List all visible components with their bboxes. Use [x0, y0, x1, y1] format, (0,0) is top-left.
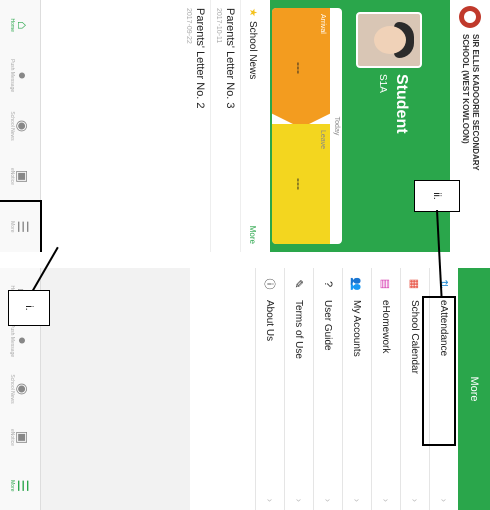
callout-i: i. [8, 290, 50, 326]
news-title: Parents' Letter No. 3 [224, 8, 236, 109]
tab-push-message[interactable]: ● Push Message [0, 50, 40, 100]
school-logo [459, 6, 481, 28]
star-icon: ★ [247, 8, 258, 17]
bottom-tab-bar: ⌂Home ●Push Message ◉School News ▣eNotic… [0, 0, 42, 252]
menu-item-label: User Guide [322, 300, 334, 351]
tab-home[interactable]: ⌂Home [0, 0, 40, 50]
info-icon: ⓘ [263, 278, 275, 290]
school-name-line1: SIR ELLIS KADOORIE SECONDARY [471, 34, 480, 171]
tab-school-news[interactable]: ◉ School News [0, 365, 40, 413]
menu-item-label: School Calendar [409, 300, 421, 374]
student-class: S1A [377, 74, 388, 93]
menu-item-label: eHomework [380, 300, 392, 354]
news-date: 2017-09-22 [185, 8, 192, 44]
arrival-label: Arrival [319, 14, 326, 34]
homework-icon: ▤ [379, 278, 392, 290]
guide-icon: ? [322, 280, 334, 288]
school-header: SIR ELLIS KADOORIE SECONDARY SCHOOL (WES… [450, 0, 490, 252]
news-header: ★ School News More [241, 0, 264, 252]
chevron-right-icon: › [264, 498, 276, 502]
chevron-right-icon: › [438, 498, 450, 502]
chat-icon: ● [15, 336, 31, 345]
broadcast-icon: ◉ [15, 382, 31, 396]
news-date: 2017-10-11 [215, 8, 222, 44]
menu-item-ehomework[interactable]: ▤ eHomework › [371, 268, 400, 510]
tab-label: eNotice [9, 167, 15, 185]
home-screen: SIR ELLIS KADOORIE SECONDARY SCHOOL (WES… [0, 0, 490, 252]
tab-school-news[interactable]: ◉ School News [0, 101, 40, 151]
menu-icon: ☰ [15, 220, 31, 234]
chevron-right-icon: › [380, 498, 392, 502]
tab-label: Push Message [9, 324, 15, 358]
leave-value: --- [292, 178, 306, 190]
school-name-line2: SCHOOL (WEST KOWLOON) [461, 34, 470, 144]
tab-enotice[interactable]: ▣ eNotice [0, 151, 40, 201]
menu-item-user-guide[interactable]: ? User Guide › [313, 268, 342, 510]
notice-icon: ▣ [15, 430, 31, 445]
attendance-card[interactable]: Today Arrival --- Leave --- [272, 8, 342, 244]
home-icon: ⌂ [15, 20, 31, 30]
news-more-link[interactable]: More [248, 226, 257, 244]
broadcast-icon: ◉ [15, 119, 31, 133]
avatar[interactable] [356, 12, 422, 68]
tab-label: Push Message [9, 59, 15, 93]
tab-label: School News [9, 374, 15, 404]
attendance-today-label: Today [333, 116, 340, 136]
menu-item-label: My Accounts [351, 300, 363, 357]
student-name: Student [393, 74, 410, 134]
news-header-label: School News [247, 20, 258, 80]
leave-panel: Leave --- [272, 124, 330, 244]
menu-item-label: Terms of Use [293, 300, 305, 359]
chevron-right-icon: › [322, 498, 334, 502]
chat-icon: ● [15, 71, 31, 80]
tab-more[interactable]: ☰ More [0, 199, 42, 252]
menu-item-my-accounts[interactable]: 👥 My Accounts › [342, 268, 371, 510]
tab-label: More [9, 480, 15, 492]
page-title: More [458, 268, 490, 510]
more-screen: More ⇅ eAttendance › ▦ School Calendar › ▤ eH… [0, 268, 490, 510]
tab-label: Home [9, 18, 15, 32]
chevron-right-icon: › [409, 498, 421, 502]
tab-label: More [9, 221, 15, 233]
arrival-value: --- [292, 62, 306, 74]
tab-more[interactable]: ☰ More [0, 462, 40, 510]
menu-background [40, 268, 190, 510]
calendar-icon: ▦ [408, 278, 421, 290]
divider [0, 252, 490, 268]
list-item[interactable]: Parents' Letter No. 3 2017-10-11 [211, 0, 241, 252]
menu-icon: ☰ [15, 479, 31, 493]
list-item[interactable]: Parents' Letter No. 2 2017-09-22 [181, 0, 211, 252]
tab-enotice[interactable]: ▣ eNotice [0, 413, 40, 461]
callout-ii: ii. [414, 180, 460, 212]
school-news-section: ★ School News More Parents' Letter No. 3 … [64, 0, 264, 252]
notice-icon: ▣ [15, 169, 31, 184]
screenshot-canvas: SIR ELLIS KADOORIE SECONDARY SCHOOL (WES… [0, 0, 490, 510]
school-calendar-highlight [422, 296, 456, 446]
school-name: SIR ELLIS KADOORIE SECONDARY SCHOOL (WES… [460, 34, 480, 171]
menu-item-label: About Us [264, 300, 276, 342]
menu-item-terms-of-use[interactable]: ✎ Terms of Use › [284, 268, 313, 510]
tab-label: eNotice [9, 428, 15, 446]
chevron-right-icon: › [293, 498, 305, 502]
accounts-icon: 👥 [350, 277, 363, 291]
arrival-panel: Arrival --- [272, 8, 330, 128]
leave-label: Leave [319, 130, 326, 150]
student-profile: Student S1A Today Arrival --- Leave --- [270, 0, 450, 252]
tab-label: School News [9, 111, 15, 141]
terms-icon: ✎ [292, 279, 305, 289]
menu-item-about-us[interactable]: ⓘ About Us › [255, 268, 284, 510]
chevron-right-icon: › [351, 498, 363, 502]
news-title: Parents' Letter No. 2 [194, 8, 206, 109]
